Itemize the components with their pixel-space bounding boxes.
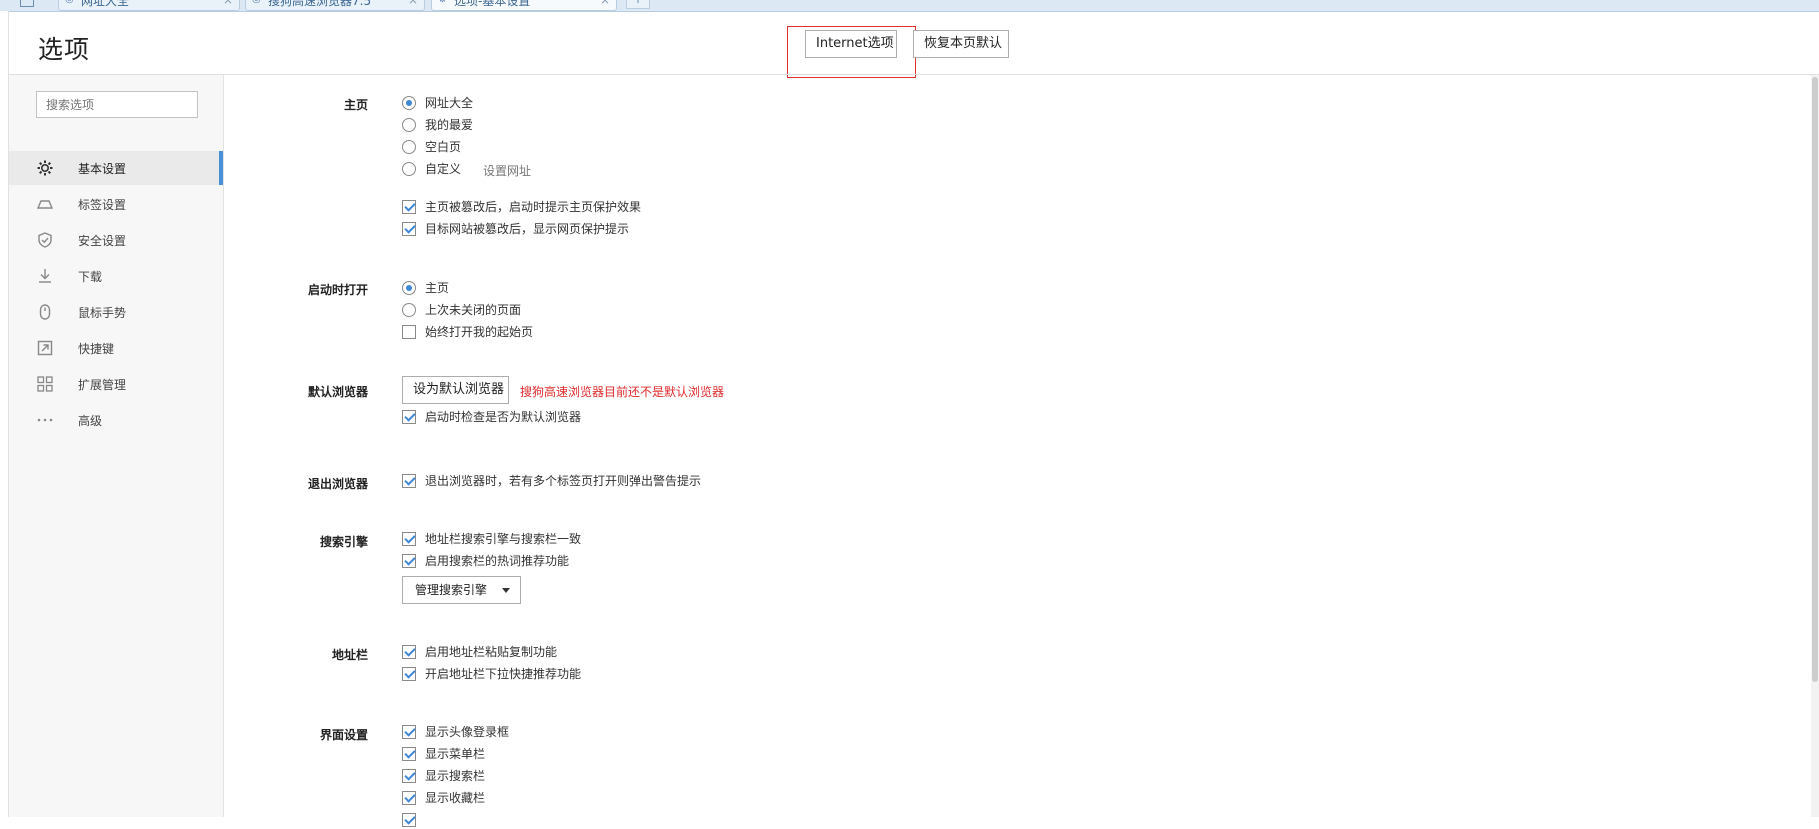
tab-options[interactable]: ⚙ 选项-基本设置 × <box>431 0 617 11</box>
shortcut-icon <box>36 339 54 357</box>
shield-icon <box>36 231 54 249</box>
sidebar-item-extensions[interactable]: 扩展管理 <box>9 367 223 401</box>
section-label-default-browser: 默认浏览器 <box>307 385 368 399</box>
checkbox[interactable] <box>402 769 416 783</box>
highlight-box <box>787 26 916 78</box>
radio-button[interactable] <box>402 162 416 176</box>
checkbox[interactable] <box>402 474 416 488</box>
tab-browser-home[interactable]: ◎ 搜狗高速浏览器7.5 × <box>245 0 425 11</box>
extensions-icon <box>36 375 54 393</box>
manage-search-engines-dropdown[interactable]: 管理搜索引擎 <box>402 576 521 604</box>
gear-icon <box>36 159 54 177</box>
checkbox[interactable] <box>402 532 416 546</box>
radio-button[interactable] <box>402 303 416 317</box>
checkbox[interactable] <box>402 554 416 568</box>
sidebar-item-tabs[interactable]: 标签设置 <box>9 187 223 221</box>
vertical-scrollbar[interactable] <box>1811 75 1819 817</box>
checkbox[interactable] <box>402 645 416 659</box>
browser-tab-strip: ◎ 网址大全 × ◎ 搜狗高速浏览器7.5 × ⚙ 选项-基本设置 × + <box>0 0 1819 12</box>
sidebar: 基本设置 标签设置 安全设置 下载 鼠标手势 快捷键 扩展管理 <box>9 75 224 817</box>
restore-defaults-button[interactable]: 恢复本页默认 <box>913 30 1009 58</box>
checkbox[interactable] <box>402 725 416 739</box>
gear-icon: ⚙ <box>438 0 449 5</box>
more-icon <box>36 411 54 429</box>
sidebar-item-download[interactable]: 下载 <box>9 259 223 293</box>
close-icon[interactable]: × <box>223 0 233 7</box>
checkbox[interactable] <box>402 747 416 761</box>
checkbox[interactable] <box>402 325 416 339</box>
radio-button[interactable] <box>402 140 416 154</box>
checkbox[interactable] <box>402 410 416 424</box>
set-default-browser-button[interactable]: 设为默认浏览器 <box>402 376 509 404</box>
checkbox[interactable] <box>402 200 416 214</box>
sidebar-item-advanced[interactable]: 高级 <box>9 403 223 437</box>
page-title: 选项 <box>38 35 91 64</box>
tab-icon <box>36 195 54 213</box>
checkbox[interactable] <box>402 791 416 805</box>
section-label-interface: 界面设置 <box>319 728 368 742</box>
sidebar-item-security[interactable]: 安全设置 <box>9 223 223 257</box>
header-divider <box>8 74 1819 75</box>
sidebar-item-shortcuts[interactable]: 快捷键 <box>9 331 223 365</box>
section-label-search-engine: 搜索引擎 <box>319 535 368 549</box>
radio-button[interactable] <box>402 281 416 295</box>
mouse-icon <box>36 303 54 321</box>
radio-button[interactable] <box>402 96 416 110</box>
section-label-exit: 退出浏览器 <box>307 477 368 491</box>
globe-icon: ◎ <box>65 0 76 5</box>
close-icon[interactable]: × <box>408 0 418 7</box>
globe-icon: ◎ <box>252 0 263 5</box>
default-browser-warning: 搜狗高速浏览器目前还不是默认浏览器 <box>520 385 725 399</box>
checkbox[interactable] <box>402 813 416 827</box>
window-edge <box>0 11 9 817</box>
home-icon[interactable] <box>20 0 34 7</box>
sidebar-item-basic[interactable]: 基本设置 <box>9 151 223 185</box>
download-icon <box>36 267 54 285</box>
search-input[interactable] <box>36 91 198 118</box>
chevron-down-icon <box>502 588 510 593</box>
section-label-address-bar: 地址栏 <box>331 648 368 662</box>
checkbox[interactable] <box>402 222 416 236</box>
set-url-link[interactable]: 设置网址 <box>483 162 531 179</box>
section-label-startup: 启动时打开 <box>307 283 368 297</box>
radio-button[interactable] <box>402 118 416 132</box>
sidebar-item-mouse-gestures[interactable]: 鼠标手势 <box>9 295 223 329</box>
new-tab-button[interactable]: + <box>626 0 650 9</box>
tab-nav-site[interactable]: ◎ 网址大全 × <box>58 0 240 11</box>
close-icon[interactable]: × <box>600 0 610 7</box>
scrollbar-thumb[interactable] <box>1812 77 1818 682</box>
section-label-homepage: 主页 <box>343 98 368 112</box>
checkbox[interactable] <box>402 667 416 681</box>
